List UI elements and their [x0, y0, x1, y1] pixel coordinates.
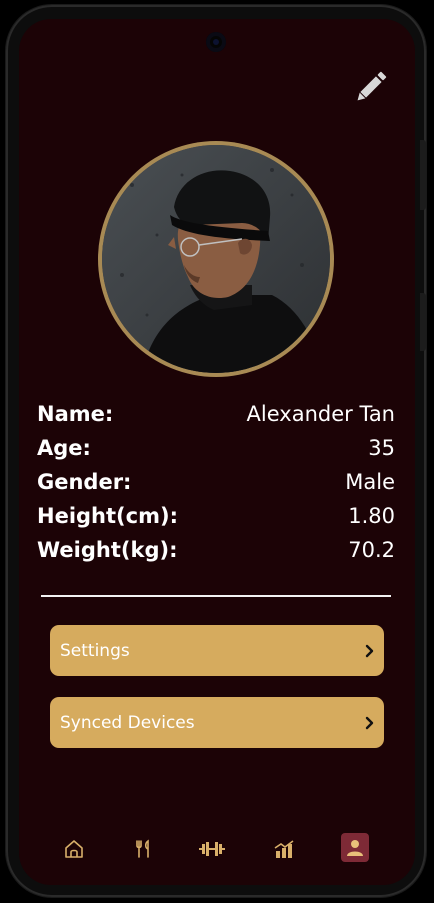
settings-button[interactable]: Settings: [50, 625, 384, 676]
chevron-right-icon: [365, 716, 374, 729]
name-row: Name: Alexander Tan: [37, 402, 395, 436]
nav-home[interactable]: [58, 833, 90, 865]
chevron-right-icon: [365, 644, 374, 657]
nav-workout[interactable]: [196, 833, 228, 865]
weight-label: Weight(kg):: [37, 538, 178, 562]
power-button: [420, 293, 426, 351]
front-camera: [206, 32, 226, 52]
nav-nutrition[interactable]: [128, 833, 160, 865]
weight-row: Weight(kg): 70.2: [37, 538, 395, 572]
height-value: 1.80: [348, 504, 395, 528]
weight-value: 70.2: [348, 538, 395, 562]
divider: [41, 595, 391, 597]
gender-label: Gender:: [37, 470, 132, 494]
edit-profile-button[interactable]: [353, 67, 389, 107]
person-icon: [347, 839, 363, 856]
home-icon: [65, 840, 83, 858]
nav-progress[interactable]: [268, 833, 300, 865]
settings-label: Settings: [60, 640, 130, 661]
height-label: Height(cm):: [37, 504, 178, 528]
age-label: Age:: [37, 436, 91, 460]
synced-devices-button[interactable]: Synced Devices: [50, 697, 384, 748]
synced-devices-label: Synced Devices: [60, 712, 195, 733]
name-value: Alexander Tan: [246, 402, 395, 426]
dumbbell-icon: [199, 842, 225, 856]
height-row: Height(cm): 1.80: [37, 504, 395, 538]
volume-button: [420, 140, 426, 210]
chart-icon: [274, 840, 294, 858]
gender-value: Male: [345, 470, 395, 494]
bottom-nav: [19, 833, 415, 873]
pencil-icon: [357, 71, 387, 101]
name-label: Name:: [37, 402, 114, 426]
fork-knife-icon: [136, 839, 149, 858]
gender-row: Gender: Male: [37, 470, 395, 504]
profile-photo: [102, 145, 330, 373]
app-screen: Name: Alexander Tan Age: 35 Gender: Male…: [19, 19, 415, 885]
age-value: 35: [368, 436, 395, 460]
profile-info: Name: Alexander Tan Age: 35 Gender: Male…: [37, 402, 395, 572]
nav-profile[interactable]: [341, 833, 369, 862]
age-row: Age: 35: [37, 436, 395, 470]
avatar-ring: [98, 141, 334, 377]
avatar[interactable]: [102, 145, 330, 373]
